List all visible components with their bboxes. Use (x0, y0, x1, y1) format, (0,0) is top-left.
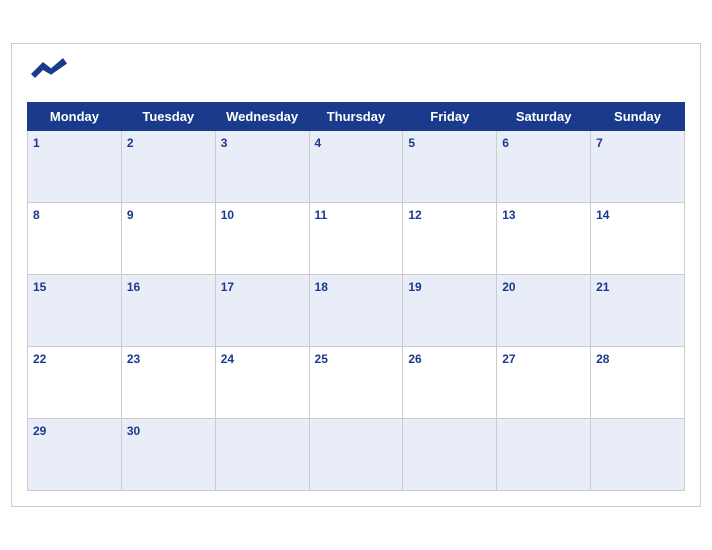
day-number: 29 (33, 424, 46, 438)
calendar-cell: 30 (121, 419, 215, 491)
day-number: 26 (408, 352, 421, 366)
logo-icon (27, 54, 67, 82)
calendar-cell: 27 (497, 347, 591, 419)
calendar-cell: 29 (28, 419, 122, 491)
calendar-cell: 2 (121, 131, 215, 203)
calendar-cell: 16 (121, 275, 215, 347)
week-row-1: 1 2 3 4 5 6 7 (28, 131, 685, 203)
calendar-cell: 7 (591, 131, 685, 203)
calendar-cell: 6 (497, 131, 591, 203)
calendar-cell: 9 (121, 203, 215, 275)
weekday-header-row: MondayTuesdayWednesdayThursdayFridaySatu… (28, 103, 685, 131)
calendar-cell (215, 419, 309, 491)
day-number: 9 (127, 208, 134, 222)
day-number: 12 (408, 208, 421, 222)
weekday-friday: Friday (403, 103, 497, 131)
calendar-header (27, 54, 685, 94)
calendar-cell: 21 (591, 275, 685, 347)
calendar-cell (309, 419, 403, 491)
day-number: 6 (502, 136, 509, 150)
calendar-cell: 12 (403, 203, 497, 275)
calendar-cell: 14 (591, 203, 685, 275)
week-row-4: 22 23 24 25 26 27 28 (28, 347, 685, 419)
day-number: 18 (315, 280, 328, 294)
calendar-cell: 22 (28, 347, 122, 419)
day-number: 15 (33, 280, 46, 294)
week-row-5: 29 30 (28, 419, 685, 491)
calendar-cell: 3 (215, 131, 309, 203)
calendar-cell: 26 (403, 347, 497, 419)
calendar-cell: 11 (309, 203, 403, 275)
calendar-cell: 1 (28, 131, 122, 203)
calendar-cell: 18 (309, 275, 403, 347)
day-number: 20 (502, 280, 515, 294)
day-number: 19 (408, 280, 421, 294)
calendar-cell (591, 419, 685, 491)
calendar-cell: 15 (28, 275, 122, 347)
weekday-tuesday: Tuesday (121, 103, 215, 131)
weekday-wednesday: Wednesday (215, 103, 309, 131)
calendar-cell: 19 (403, 275, 497, 347)
country-label (625, 54, 685, 58)
day-number: 16 (127, 280, 140, 294)
day-number: 2 (127, 136, 134, 150)
calendar-cell: 8 (28, 203, 122, 275)
day-number: 24 (221, 352, 234, 366)
day-number: 21 (596, 280, 609, 294)
calendar-cell: 20 (497, 275, 591, 347)
day-number: 7 (596, 136, 603, 150)
calendar-cell: 23 (121, 347, 215, 419)
day-number: 13 (502, 208, 515, 222)
weekday-saturday: Saturday (497, 103, 591, 131)
calendar-cell: 28 (591, 347, 685, 419)
calendar-cell: 24 (215, 347, 309, 419)
day-number: 30 (127, 424, 140, 438)
day-number: 1 (33, 136, 40, 150)
week-row-3: 15 16 17 18 19 20 21 (28, 275, 685, 347)
day-number: 5 (408, 136, 415, 150)
day-number: 22 (33, 352, 46, 366)
day-number: 28 (596, 352, 609, 366)
day-number: 14 (596, 208, 609, 222)
day-number: 4 (315, 136, 322, 150)
calendar-cell: 10 (215, 203, 309, 275)
day-number: 17 (221, 280, 234, 294)
week-row-2: 8 9 10 11 12 13 14 (28, 203, 685, 275)
logo (27, 54, 67, 94)
day-number: 10 (221, 208, 234, 222)
calendar-cell (497, 419, 591, 491)
weekday-thursday: Thursday (309, 103, 403, 131)
day-number: 3 (221, 136, 228, 150)
calendar-table: MondayTuesdayWednesdayThursdayFridaySatu… (27, 102, 685, 491)
day-number: 11 (315, 208, 328, 222)
weekday-sunday: Sunday (591, 103, 685, 131)
day-number: 23 (127, 352, 140, 366)
weekday-monday: Monday (28, 103, 122, 131)
calendar-cell: 5 (403, 131, 497, 203)
calendar-cell: 25 (309, 347, 403, 419)
day-number: 27 (502, 352, 515, 366)
day-number: 25 (315, 352, 328, 366)
calendar-cell (403, 419, 497, 491)
calendar-cell: 13 (497, 203, 591, 275)
day-number: 8 (33, 208, 40, 222)
calendar-cell: 17 (215, 275, 309, 347)
calendar: MondayTuesdayWednesdayThursdayFridaySatu… (11, 43, 701, 507)
calendar-cell: 4 (309, 131, 403, 203)
